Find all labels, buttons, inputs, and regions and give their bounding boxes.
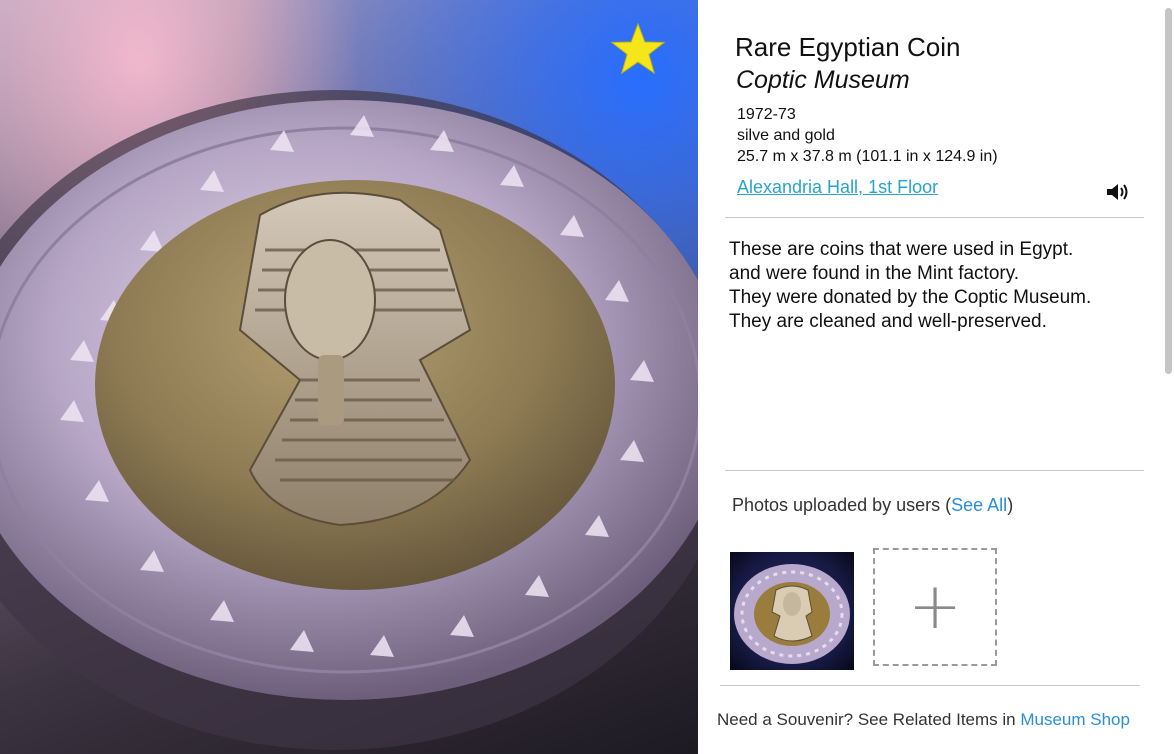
- museum-shop-link[interactable]: Museum Shop: [1020, 710, 1130, 729]
- artifact-description: These are coins that were used in Egypt.…: [729, 238, 1091, 334]
- location-link[interactable]: Alexandria Hall, 1st Floor: [737, 177, 938, 198]
- coin-image: [0, 90, 698, 750]
- artifact-date: 1972-73: [737, 106, 796, 123]
- description-line: These are coins that were used in Egypt.: [729, 239, 1074, 260]
- artifact-photo: [0, 0, 698, 754]
- info-panel: Rare Egyptian Coin Coptic Museum 1972-73…: [698, 0, 1174, 754]
- souvenir-text: Need a Souvenir? See Related Items in: [717, 710, 1021, 729]
- description-line: and were found in the Mint factory.: [729, 263, 1020, 284]
- artifact-detail-page: Rare Egyptian Coin Coptic Museum 1972-73…: [0, 0, 1174, 754]
- user-photos-heading: Photos uploaded by users (See All): [732, 495, 1013, 516]
- speaker-icon[interactable]: [1106, 182, 1130, 202]
- user-photo-thumbnail[interactable]: [730, 552, 854, 670]
- divider: [720, 685, 1140, 686]
- scrollbar[interactable]: [1165, 8, 1172, 374]
- divider: [725, 470, 1144, 471]
- museum-name: Coptic Museum: [736, 66, 910, 94]
- divider: [725, 217, 1144, 218]
- description-line: They were donated by the Coptic Museum.: [729, 287, 1092, 308]
- favorite-star-icon[interactable]: [610, 22, 666, 76]
- user-photos-heading-text: Photos uploaded by users (: [732, 495, 952, 515]
- artifact-title: Rare Egyptian Coin: [735, 32, 961, 62]
- user-photos-heading-close: ): [1007, 495, 1014, 515]
- artifact-metadata: 1972-73 silve and gold 25.7 m x 37.8 m (…: [737, 104, 998, 167]
- add-photo-button[interactable]: +: [873, 548, 997, 666]
- artifact-material: silve and gold: [737, 127, 835, 144]
- plus-icon: +: [908, 570, 962, 644]
- souvenir-footer: Need a Souvenir? See Related Items in Mu…: [717, 710, 1130, 730]
- see-all-link[interactable]: See All: [951, 495, 1007, 515]
- description-line: They are cleaned and well-preserved.: [729, 311, 1047, 332]
- artifact-dimensions: 25.7 m x 37.8 m (101.1 in x 124.9 in): [737, 148, 998, 165]
